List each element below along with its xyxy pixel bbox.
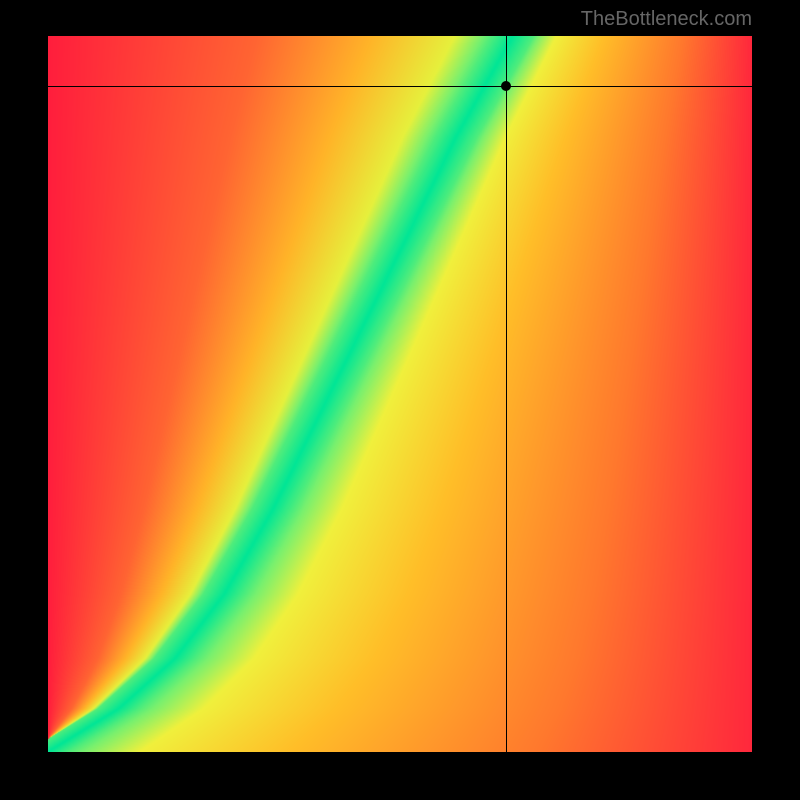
heatmap-chart [48,36,752,752]
crosshair-horizontal [48,86,752,87]
heatmap-canvas [48,36,752,752]
crosshair-marker [501,81,511,91]
watermark-text: TheBottleneck.com [581,8,752,31]
crosshair-vertical [506,36,507,752]
